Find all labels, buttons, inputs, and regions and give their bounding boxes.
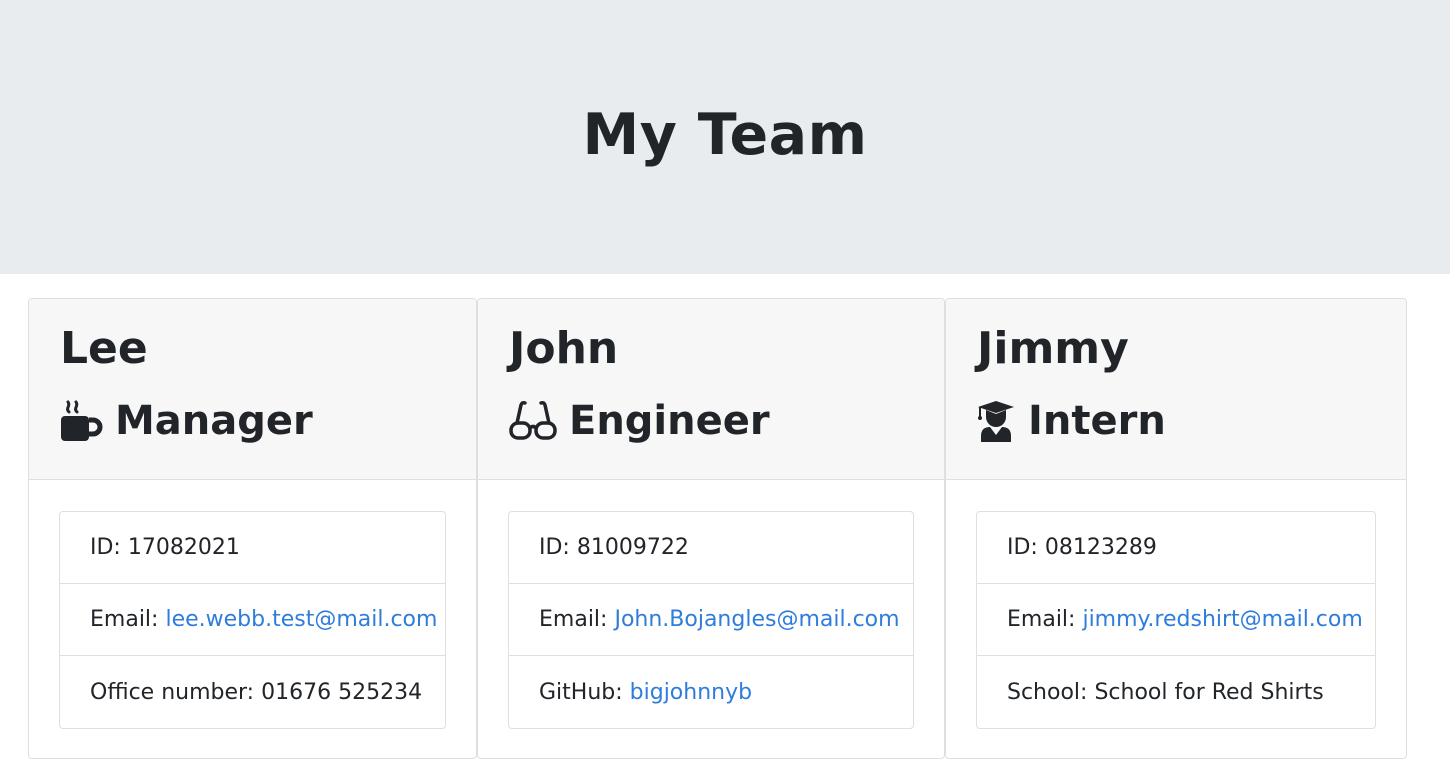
employee-role-label: Engineer xyxy=(569,398,770,444)
list-item-school: School: School for Red Shirts xyxy=(977,656,1375,728)
list-item-email: Email: jimmy.redshirt@mail.com xyxy=(977,584,1375,656)
employee-name: Lee xyxy=(60,323,148,374)
employee-card-engineer: John Engineer ID: 81009722 Email: John.B… xyxy=(477,298,945,759)
card-header: Lee Manager xyxy=(29,299,476,480)
mug-hot-icon xyxy=(60,399,104,443)
email-label: Email: xyxy=(90,607,159,632)
user-graduate-icon xyxy=(977,399,1015,443)
id-value: 08123289 xyxy=(1044,535,1157,560)
employee-role-label: Manager xyxy=(115,398,313,444)
office-number-label: Office number: xyxy=(90,679,255,705)
employee-role: Engineer xyxy=(509,393,770,449)
employee-name: John xyxy=(509,323,619,374)
employee-role-label: Intern xyxy=(1028,398,1166,444)
list-item-email: Email: John.Bojangles@mail.com xyxy=(509,584,913,656)
email-label: Email: xyxy=(1007,607,1076,632)
github-label: GitHub: xyxy=(539,679,623,705)
employee-card-manager: Lee Manager ID: 17082021 Email: lee.webb… xyxy=(28,298,477,759)
list-item-id: ID: 81009722 xyxy=(509,512,913,584)
school-label: School: xyxy=(1007,679,1088,705)
employee-name: Jimmy xyxy=(977,323,1129,374)
list-item-id: ID: 08123289 xyxy=(977,512,1375,584)
card-header: Jimmy Intern xyxy=(946,299,1406,480)
office-number-value: 01676 525234 xyxy=(261,679,423,705)
id-label: ID: xyxy=(539,535,570,560)
page-title: My Team xyxy=(582,102,868,168)
email-link[interactable]: lee.webb.test@mail.com xyxy=(165,607,437,632)
id-label: ID: xyxy=(1007,535,1038,560)
list-item-office-number: Office number: 01676 525234 xyxy=(60,656,445,728)
employee-details-list: ID: 81009722 Email: John.Bojangles@mail.… xyxy=(508,511,914,729)
employee-details-list: ID: 17082021 Email: lee.webb.test@mail.c… xyxy=(59,511,446,729)
card-header: John Engineer xyxy=(478,299,944,480)
id-value: 81009722 xyxy=(576,535,689,560)
employee-card-intern: Jimmy Intern ID: 08123289 Email: jimmy.r… xyxy=(945,298,1407,759)
list-item-email: Email: lee.webb.test@mail.com xyxy=(60,584,445,656)
email-link[interactable]: jimmy.redshirt@mail.com xyxy=(1082,607,1362,632)
github-link[interactable]: bigjohnnyb xyxy=(630,680,752,705)
employee-role: Intern xyxy=(977,393,1166,449)
id-label: ID: xyxy=(90,535,121,560)
list-item-id: ID: 17082021 xyxy=(60,512,445,584)
employee-details-list: ID: 08123289 Email: jimmy.redshirt@mail.… xyxy=(976,511,1376,729)
email-label: Email: xyxy=(539,607,608,632)
school-value: School for Red Shirts xyxy=(1094,679,1324,705)
glasses-icon xyxy=(509,399,557,443)
header-jumbotron: My Team xyxy=(0,0,1450,274)
email-link[interactable]: John.Bojangles@mail.com xyxy=(614,607,899,632)
employee-role: Manager xyxy=(60,393,313,449)
list-item-github: GitHub: bigjohnnyb xyxy=(509,656,913,728)
id-value: 17082021 xyxy=(127,535,240,560)
